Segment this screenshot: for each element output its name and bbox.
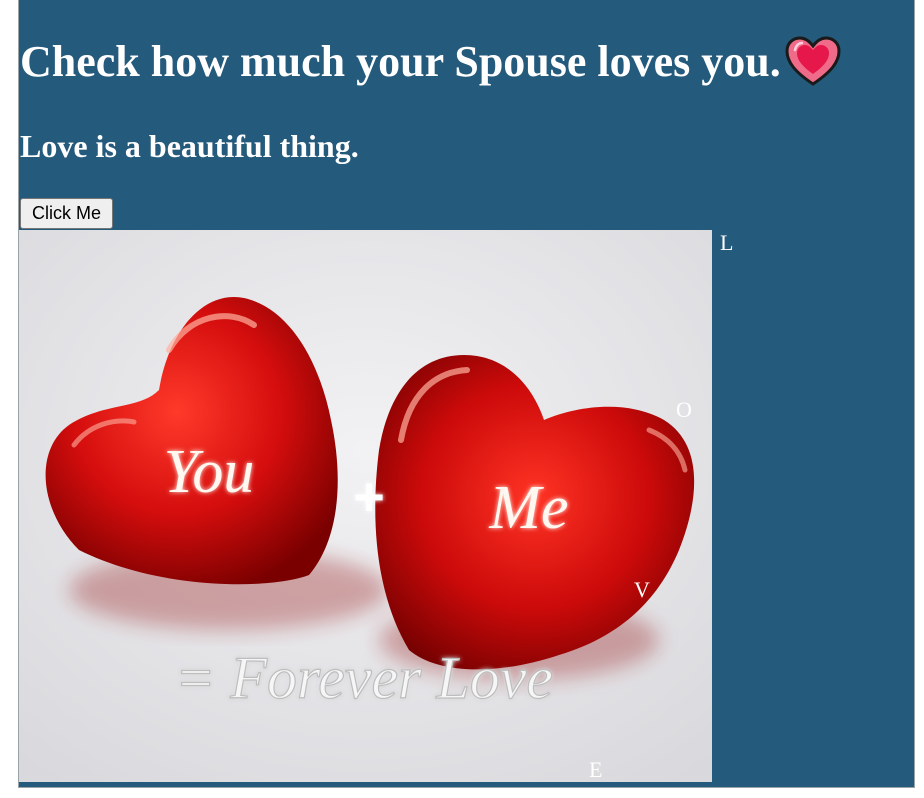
me-text: Me (488, 474, 568, 542)
floating-letter-o: O (676, 397, 692, 422)
sparkling-heart-icon (785, 36, 841, 88)
title-row: Check how much your Spouse loves you. (20, 36, 841, 88)
you-text: You (164, 438, 255, 506)
love-hearts-image: You + Me = Forever Love (19, 230, 712, 782)
floating-letter-e: E (589, 757, 603, 782)
page-container: Check how much your Spouse loves you. Lo… (18, 0, 915, 788)
page-title: Check how much your Spouse loves you. (20, 37, 781, 86)
page-subtitle: Love is a beautiful thing. (20, 128, 359, 164)
floating-letter-v: V (634, 577, 650, 602)
forever-love-text: = Forever Love (175, 645, 553, 711)
floating-letter-l: L (720, 230, 734, 255)
plus-text: + (353, 467, 385, 527)
click-me-button[interactable]: Click Me (20, 198, 114, 229)
